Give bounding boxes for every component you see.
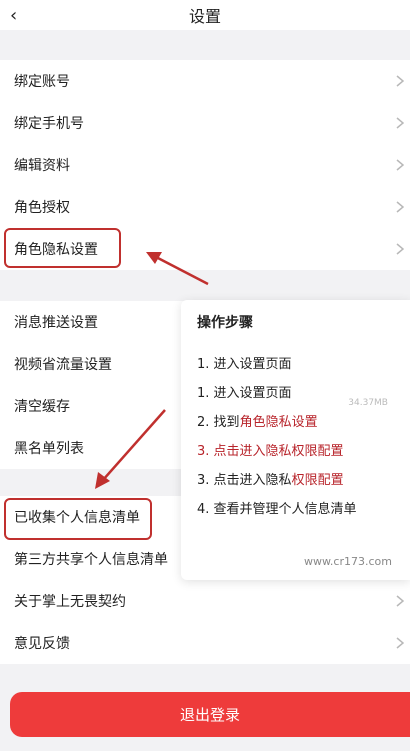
settings-item-label: 绑定账号 [14,74,70,90]
account-settings-group: 绑定账号 绑定手机号 编辑资料 角色授权 角色隐私设置 [0,60,410,270]
settings-item-label: 绑定手机号 [14,116,84,132]
top-bar: ‹ 设置 [0,0,410,30]
chevron-right-icon [396,243,404,255]
settings-item-label: 清空缓存 [14,399,70,415]
step-item: 3. 点击进入隐私权限配置 [197,444,344,459]
step-item: 1. 进入设置页面 [197,357,292,372]
back-button[interactable]: ‹ [10,0,17,30]
settings-item-label: 第三方共享个人信息清单 [14,552,168,568]
settings-item-about[interactable]: 关于掌上无畏契约 [0,580,410,622]
watermark: www.cr173.com [303,555,392,568]
steps-panel-title: 操作步骤 [197,315,253,331]
chevron-right-icon [396,159,404,171]
settings-item-label: 角色授权 [14,200,70,216]
chevron-right-icon [396,201,404,213]
steps-panel: 操作步骤 1. 进入设置页面 1. 进入设置页面 2. 找到角色隐私设置 3. … [181,300,410,580]
chevron-right-icon [396,117,404,129]
cache-size-value: 34.37MB [348,398,388,408]
chevron-right-icon [396,595,404,607]
settings-item-role-privacy[interactable]: 角色隐私设置 [0,228,410,270]
settings-item-label: 关于掌上无畏契约 [14,594,126,610]
settings-item-label: 消息推送设置 [14,315,98,331]
settings-item-edit-profile[interactable]: 编辑资料 [0,144,410,186]
settings-item-bind-account[interactable]: 绑定账号 [0,60,410,102]
settings-item-feedback[interactable]: 意见反馈 [0,622,410,664]
chevron-right-icon [396,75,404,87]
settings-item-label: 视频省流量设置 [14,357,112,373]
step-item: 3. 点击进入隐私权限配置 [197,473,344,488]
page-title: 设置 [188,7,221,26]
logout-button[interactable]: 退出登录 [10,692,410,737]
chevron-right-icon [396,637,404,649]
settings-item-label: 角色隐私设置 [14,242,98,258]
back-icon: ‹ [10,4,18,26]
step-item: 2. 找到角色隐私设置 [197,415,318,430]
step-item: 4. 查看并管理个人信息清单 [197,502,357,517]
settings-item-label: 编辑资料 [14,158,70,174]
settings-item-label: 意见反馈 [14,636,70,652]
logout-label: 退出登录 [179,706,240,724]
settings-item-role-authorization[interactable]: 角色授权 [0,186,410,228]
settings-item-label: 黑名单列表 [14,441,84,457]
settings-item-label: 已收集个人信息清单 [14,510,140,526]
settings-item-bind-phone[interactable]: 绑定手机号 [0,102,410,144]
